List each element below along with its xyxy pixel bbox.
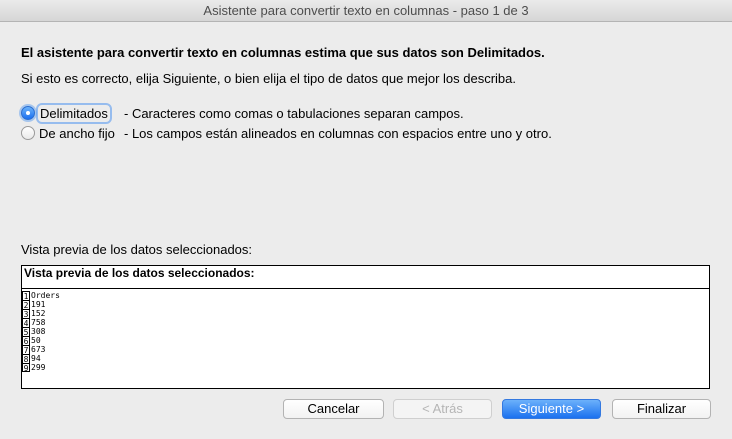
back-button[interactable]: < Atrás xyxy=(393,399,492,419)
preview-row: 3 152 xyxy=(22,309,709,319)
row-value: 191 xyxy=(31,300,46,309)
preview-row: 8 94 xyxy=(22,354,709,364)
row-number: 9 xyxy=(22,363,30,373)
row-number: 8 xyxy=(22,354,30,364)
preview-header: Vista previa de los datos seleccionados: xyxy=(22,266,709,289)
option-fixed-width-description: - Los campos están alineados en columnas… xyxy=(124,125,552,141)
row-value: 50 xyxy=(31,336,41,345)
row-value: 308 xyxy=(31,327,46,336)
row-number: 2 xyxy=(22,300,30,310)
radio-fixed-width[interactable] xyxy=(21,126,35,140)
row-number: 6 xyxy=(22,336,30,346)
preview-caption: Vista previa de los datos seleccionados: xyxy=(21,242,253,257)
preview-row: 9 299 xyxy=(22,363,709,373)
intro-heading: El asistente para convertir texto en col… xyxy=(21,45,545,60)
preview-row: 5 308 xyxy=(22,327,709,337)
row-value: 299 xyxy=(31,363,46,372)
preview-row: 4 758 xyxy=(22,318,709,328)
row-number: 3 xyxy=(22,309,30,319)
finish-button[interactable]: Finalizar xyxy=(612,399,711,419)
option-delimited-description: - Caracteres como comas o tabulaciones s… xyxy=(124,105,464,121)
option-fixed-width-label[interactable]: De ancho fijo xyxy=(39,126,115,141)
data-preview-panel[interactable]: Vista previa de los datos seleccionados:… xyxy=(21,265,710,389)
preview-rows: 1 Orders 2 191 3 152 4 758 5 308 6 50 7 673 8 94 9 299 xyxy=(22,289,709,373)
row-value: Orders xyxy=(31,291,60,300)
row-value: 673 xyxy=(31,345,46,354)
window-title: Asistente para convertir texto en column… xyxy=(0,0,732,22)
row-number: 7 xyxy=(22,345,30,355)
row-value: 758 xyxy=(31,318,46,327)
preview-row: 7 673 xyxy=(22,345,709,355)
preview-row: 6 50 xyxy=(22,336,709,346)
preview-row: 1 Orders xyxy=(22,291,709,301)
option-delimited[interactable]: Delimitados - Caracteres como comas o ta… xyxy=(21,102,464,124)
row-number: 5 xyxy=(22,327,30,337)
option-delimited-label[interactable]: Delimitados xyxy=(36,102,112,124)
option-fixed-width[interactable]: De ancho fijo - Los campos están alinead… xyxy=(21,124,552,142)
preview-row: 2 191 xyxy=(22,300,709,310)
dialog-window: Asistente para convertir texto en column… xyxy=(0,0,732,439)
cancel-button[interactable]: Cancelar xyxy=(283,399,384,419)
row-number: 4 xyxy=(22,318,30,328)
row-value: 94 xyxy=(31,354,41,363)
next-button[interactable]: Siguiente > xyxy=(502,399,601,419)
row-value: 152 xyxy=(31,309,46,318)
row-number: 1 xyxy=(22,291,30,301)
intro-subheading: Si esto es correcto, elija Siguiente, o … xyxy=(21,71,517,86)
radio-delimited[interactable] xyxy=(21,106,35,120)
